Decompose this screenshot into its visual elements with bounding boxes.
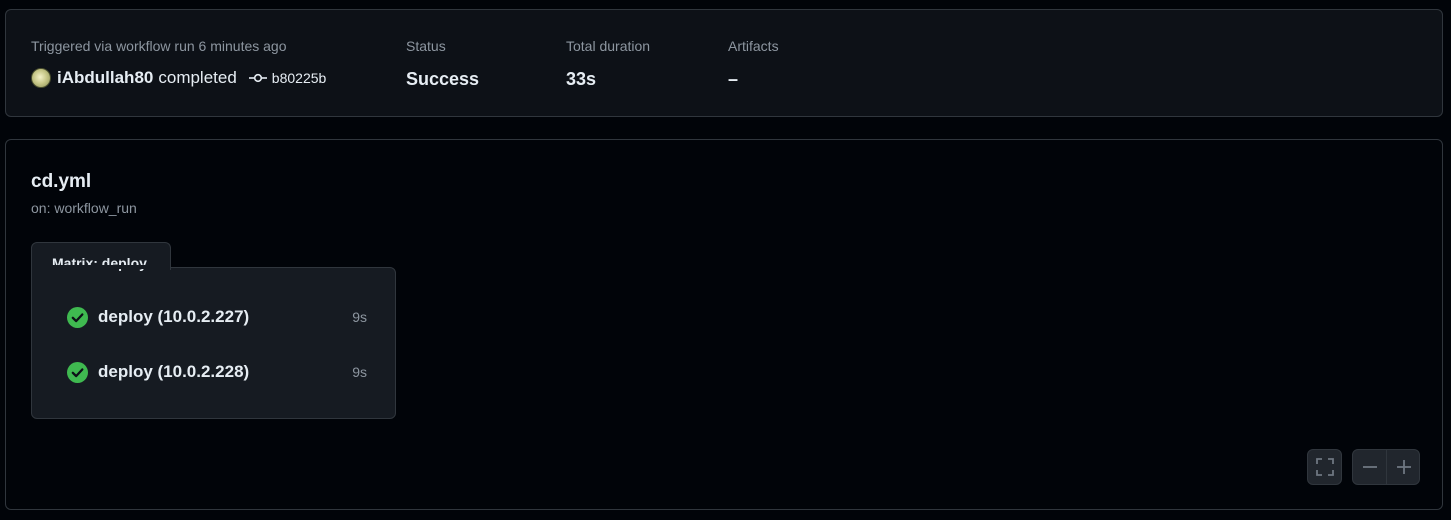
commit-link[interactable]: b80225b — [248, 70, 327, 86]
zoom-controls — [1352, 449, 1420, 485]
zoom-in-button[interactable] — [1387, 450, 1420, 484]
job-duration: 9s — [352, 364, 367, 380]
run-summary-panel: Triggered via workflow run 6 minutes ago… — [5, 9, 1443, 117]
job-name: deploy (10.0.2.228) — [98, 362, 250, 381]
zoom-out-button[interactable] — [1353, 450, 1386, 484]
matrix-group: deploy (10.0.2.227) 9s deploy (10.0.2.22… — [31, 267, 396, 419]
workflow-graph-panel: cd.yml on: workflow_run Matrix: deploy d… — [5, 139, 1443, 510]
duration-label: Total duration — [566, 38, 651, 54]
actor-link[interactable]: iAbdullah80 — [57, 68, 153, 88]
job-item[interactable]: deploy (10.0.2.228) 9s — [67, 360, 367, 384]
workflow-trigger: on: workflow_run — [31, 200, 137, 216]
job-item[interactable]: deploy (10.0.2.227) 9s — [67, 305, 367, 329]
fullscreen-button-inner — [1308, 450, 1341, 484]
artifacts-value: – — [728, 69, 739, 89]
fullscreen-button[interactable] — [1307, 449, 1342, 485]
status-value: Success — [406, 69, 480, 89]
job-name: deploy (10.0.2.227) — [98, 307, 250, 326]
duration-value: 33s — [566, 69, 597, 89]
git-commit-icon — [248, 73, 267, 83]
minus-icon — [1362, 466, 1377, 468]
trigger-row: iAbdullah80 completed b80225b — [31, 68, 326, 88]
commit-sha: b80225b — [271, 70, 327, 86]
status-label: Status — [406, 38, 446, 54]
action-text: completed — [158, 68, 237, 87]
plus-icon — [1396, 460, 1411, 474]
matrix-tab-join — [32, 265, 170, 269]
check-circle-icon — [67, 361, 88, 383]
trigger-text: Triggered via workflow run 6 minutes ago — [31, 38, 287, 54]
workflow-name: cd.yml — [31, 171, 92, 192]
check-circle-icon — [67, 306, 88, 328]
artifacts-label: Artifacts — [728, 38, 779, 54]
avatar[interactable] — [31, 68, 51, 88]
job-duration: 9s — [352, 309, 367, 325]
fullscreen-icon — [1315, 458, 1334, 476]
